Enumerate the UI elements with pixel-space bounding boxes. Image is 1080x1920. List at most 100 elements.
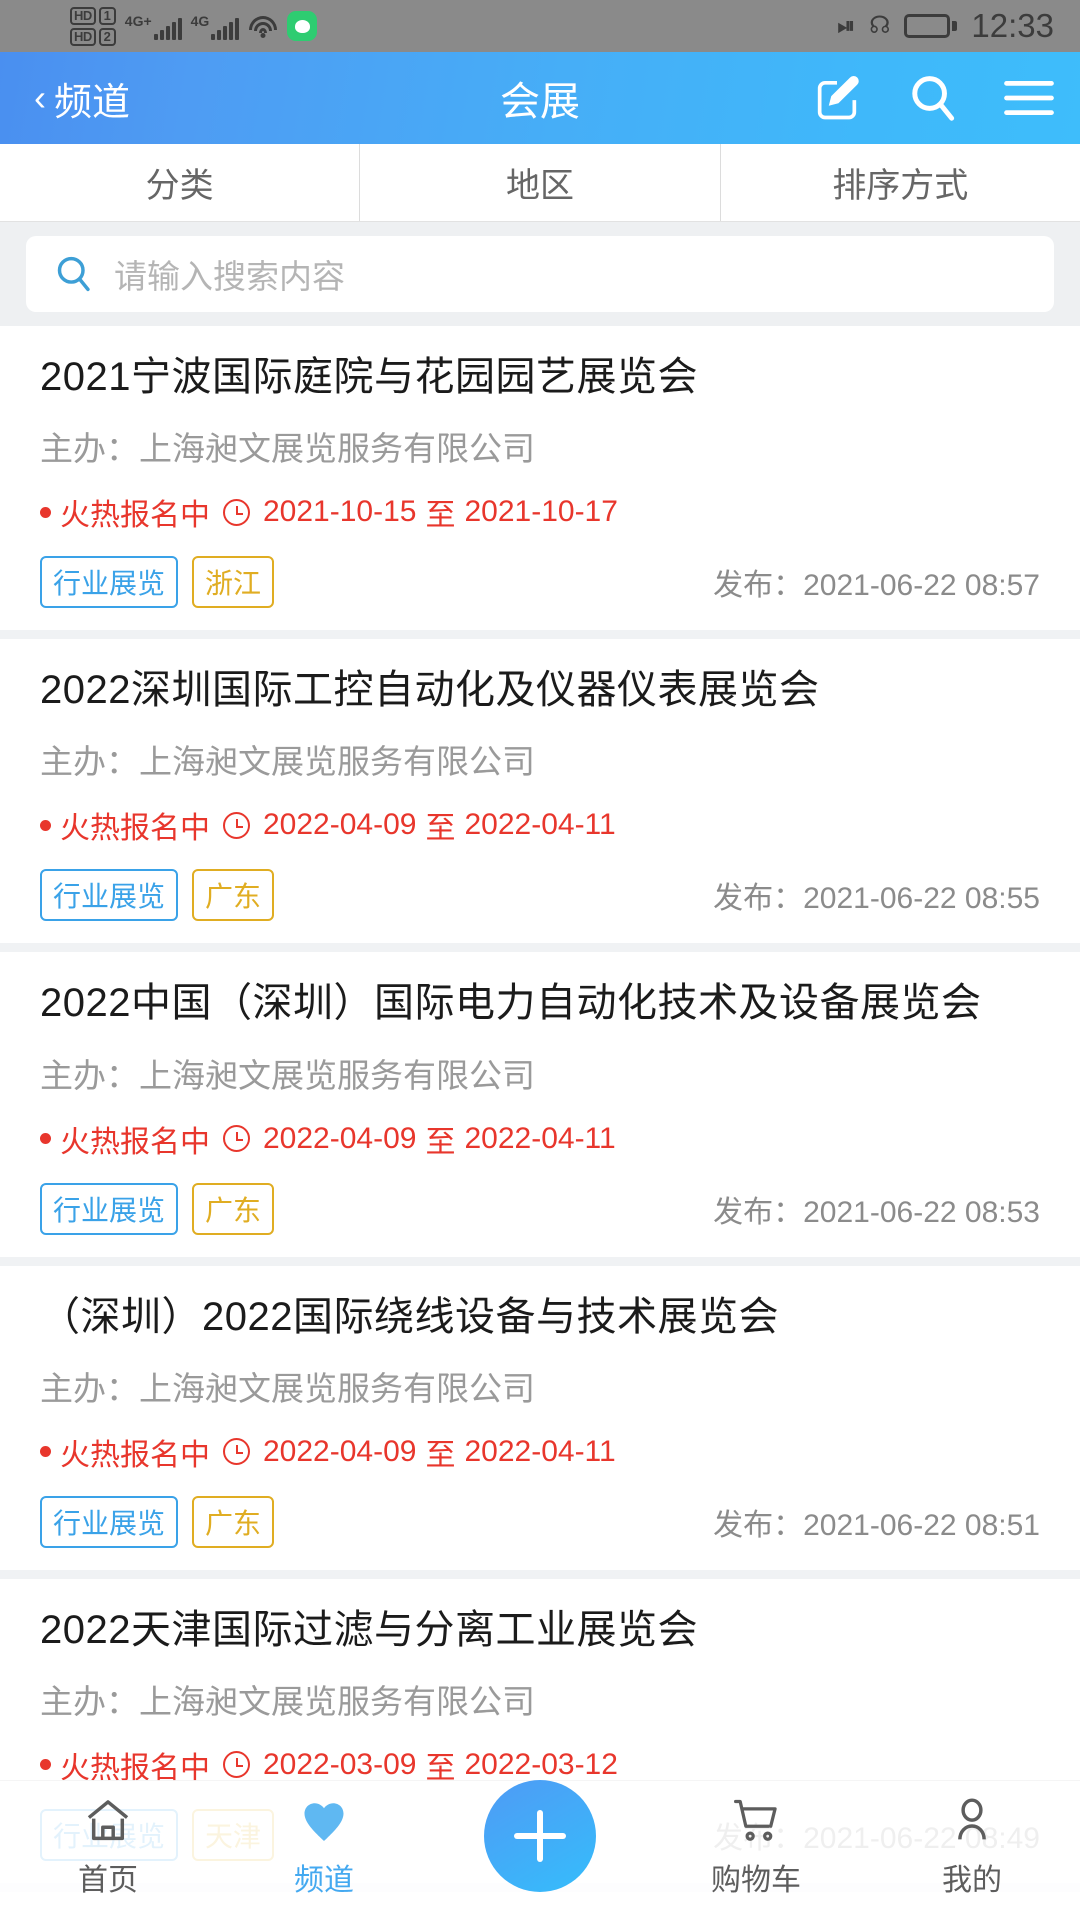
status-dot-icon xyxy=(40,506,51,518)
battery-icon xyxy=(904,14,958,38)
header-actions xyxy=(808,69,1058,127)
region-tag[interactable]: 广东 xyxy=(192,1495,275,1548)
search-box[interactable]: 请输入搜索内容 xyxy=(26,236,1054,312)
back-button[interactable]: ‹ 频道 xyxy=(34,71,130,126)
event-start-date: 2021-10-15 xyxy=(263,495,417,529)
compose-icon xyxy=(817,76,859,120)
add-button[interactable] xyxy=(484,1780,596,1892)
status-bar-left: HD 1 HD 2 4G+ 4G xyxy=(70,6,837,46)
search-button[interactable] xyxy=(904,69,962,127)
filter-tab-bar: 分类 地区 排序方式 xyxy=(0,144,1080,222)
organizer-prefix: 主办： xyxy=(40,1682,139,1720)
chevron-left-icon: ‹ xyxy=(34,77,46,118)
date-separator: 至 xyxy=(425,812,456,846)
clock-icon xyxy=(223,1751,250,1779)
event-organizer: 主办：上海昶文展览服务有限公司 xyxy=(40,1675,1040,1723)
menu-button[interactable] xyxy=(1000,69,1058,127)
event-organizer: 主办：上海昶文展览服务有限公司 xyxy=(40,422,1040,470)
event-meta-row: 行业展览 广东 发布：2021-06-22 08:53 xyxy=(40,1182,1040,1235)
region-tag[interactable]: 广东 xyxy=(192,869,275,922)
event-organizer: 主办：上海昶文展览服务有限公司 xyxy=(40,1049,1040,1097)
tab-cart-label: 购物车 xyxy=(711,1864,801,1897)
event-title: （深圳）2022国际绕线设备与技术展览会 xyxy=(40,1294,779,1339)
publish-prefix: 发布： xyxy=(713,1195,804,1229)
shopping-cart-icon xyxy=(734,1799,777,1841)
status-dot-icon xyxy=(40,819,51,831)
clock-icon xyxy=(223,498,250,526)
organizer-name: 上海昶文展览服务有限公司 xyxy=(139,1056,535,1094)
event-meta-row: 行业展览 浙江 发布：2021-06-22 08:57 xyxy=(40,556,1040,609)
filter-tab-category[interactable]: 分类 xyxy=(0,144,359,221)
publish-time: 发布：2021-06-22 08:51 xyxy=(713,1500,1040,1544)
organizer-prefix: 主办： xyxy=(40,430,139,468)
event-start-date: 2022-04-09 xyxy=(263,1434,417,1468)
region-tag[interactable]: 广东 xyxy=(192,1182,275,1235)
date-separator: 至 xyxy=(425,499,456,533)
organizer-name: 上海昶文展览服务有限公司 xyxy=(139,430,535,468)
tab-profile[interactable]: 我的 xyxy=(864,1795,1080,1899)
hd-label-2: HD xyxy=(70,27,96,46)
publish-value: 2021-06-22 08:53 xyxy=(803,1195,1040,1229)
event-title: 2022中国（深圳）国际电力自动化技术及设备展览会 xyxy=(40,981,982,1026)
status-badge: 火热报名中 xyxy=(60,1438,210,1472)
event-end-date: 2021-10-17 xyxy=(464,495,618,529)
organizer-name: 上海昶文展览服务有限公司 xyxy=(139,743,535,781)
hd-label-1: HD xyxy=(70,6,96,25)
category-tag[interactable]: 行业展览 xyxy=(40,869,179,922)
list-item[interactable]: （深圳）2022国际绕线设备与技术展览会 主办：上海昶文展览服务有限公司 火热报… xyxy=(0,1266,1080,1579)
organizer-prefix: 主办： xyxy=(40,1369,139,1407)
list-item[interactable]: 2022深圳国际工控自动化及仪器仪表展览会 主办：上海昶文展览服务有限公司 火热… xyxy=(0,639,1080,953)
tab-channel-label: 频道 xyxy=(294,1864,354,1897)
event-list[interactable]: 2021宁波国际庭院与花园园艺展览会 主办：上海昶文展览服务有限公司 火热报名中… xyxy=(0,326,1080,1920)
category-tag[interactable]: 行业展览 xyxy=(40,556,179,609)
event-organizer: 主办：上海昶文展览服务有限公司 xyxy=(40,735,1040,783)
event-start-date: 2022-04-09 xyxy=(263,1121,417,1155)
status-dot-icon xyxy=(40,1133,51,1145)
filter-tab-region[interactable]: 地区 xyxy=(359,144,719,221)
event-status-row: 火热报名中 2022-04-09 至 2022-04-11 xyxy=(40,1117,1040,1161)
hamburger-menu-icon xyxy=(1004,81,1054,115)
clock-icon xyxy=(223,1438,250,1466)
region-tag[interactable]: 浙江 xyxy=(192,556,275,609)
status-bar-clock: 12:33 xyxy=(971,7,1054,44)
tab-cart[interactable]: 购物车 xyxy=(648,1795,864,1899)
event-start-date: 2022-04-09 xyxy=(263,808,417,842)
organizer-name: 上海昶文展览服务有限公司 xyxy=(139,1682,535,1720)
event-status-row: 火热报名中 2022-04-09 至 2022-04-11 xyxy=(40,1430,1040,1474)
publish-time: 发布：2021-06-22 08:53 xyxy=(713,1187,1040,1231)
tab-home[interactable]: 首页 xyxy=(0,1795,216,1899)
nfc-icon: ⏯ xyxy=(837,13,856,39)
clock-icon xyxy=(223,1125,250,1153)
event-end-date: 2022-03-12 xyxy=(464,1747,618,1781)
list-item[interactable]: 2022中国（深圳）国际电力自动化技术及设备展览会 主办：上海昶文展览服务有限公… xyxy=(0,952,1080,1266)
publish-time: 发布：2021-06-22 08:55 xyxy=(713,873,1040,917)
date-separator: 至 xyxy=(425,1125,456,1159)
publish-value: 2021-06-22 08:57 xyxy=(803,569,1040,603)
category-tag[interactable]: 行业展览 xyxy=(40,1495,179,1548)
tab-channel[interactable]: 频道 xyxy=(216,1795,432,1899)
signal-indicator-2: 4G xyxy=(191,13,240,40)
publish-prefix: 发布： xyxy=(713,569,804,603)
tab-profile-label: 我的 xyxy=(942,1864,1002,1897)
event-start-date: 2022-03-09 xyxy=(263,1747,417,1781)
person-icon xyxy=(958,1798,986,1840)
event-end-date: 2022-04-11 xyxy=(464,1121,616,1155)
event-end-date: 2022-04-11 xyxy=(464,1434,616,1468)
status-dot-icon xyxy=(40,1446,51,1458)
publish-time: 发布：2021-06-22 08:57 xyxy=(713,560,1040,604)
organizer-name: 上海昶文展览服务有限公司 xyxy=(139,1369,535,1407)
sim-number-2: 2 xyxy=(98,27,116,46)
status-bar-right: ⏯ ☊ 12:33 xyxy=(837,7,1054,45)
wifi-icon xyxy=(248,14,278,38)
publish-value: 2021-06-22 08:55 xyxy=(803,882,1040,916)
clock-icon xyxy=(223,811,250,839)
publish-prefix: 发布： xyxy=(713,882,804,916)
search-icon xyxy=(912,76,955,121)
category-tag[interactable]: 行业展览 xyxy=(40,1182,179,1235)
event-title: 2021宁波国际庭院与花园园艺展览会 xyxy=(40,355,698,399)
organizer-prefix: 主办： xyxy=(40,1056,139,1094)
list-item[interactable]: 2021宁波国际庭院与花园园艺展览会 主办：上海昶文展览服务有限公司 火热报名中… xyxy=(0,326,1080,640)
compose-button[interactable] xyxy=(808,69,866,127)
organizer-prefix: 主办： xyxy=(40,743,139,781)
filter-tab-sort[interactable]: 排序方式 xyxy=(719,144,1080,221)
